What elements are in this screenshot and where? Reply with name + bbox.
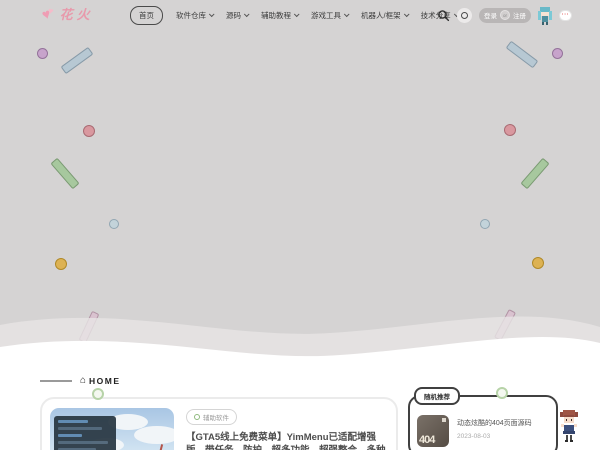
category-badge[interactable]: 辅助软件 bbox=[186, 409, 237, 425]
article-thumbnail[interactable] bbox=[50, 408, 174, 450]
hero-banner bbox=[0, 0, 600, 385]
nav-item-robot[interactable]: 机器人/框架 bbox=[361, 10, 410, 21]
wave-divider bbox=[0, 316, 600, 385]
chevron-down-icon bbox=[208, 11, 215, 18]
chevron-down-icon bbox=[243, 11, 250, 18]
nav-item-label: 机器人/框架 bbox=[361, 10, 401, 20]
site-logo[interactable]: ♥ ♥ 花火 bbox=[40, 4, 94, 23]
crane-shape bbox=[154, 444, 164, 450]
header-actions: 登录 or 注册 ··· bbox=[437, 0, 572, 30]
login-label: 登录 bbox=[484, 13, 497, 20]
speech-bubble: ··· bbox=[559, 9, 572, 21]
login-register-button[interactable]: 登录 or 注册 bbox=[479, 7, 531, 23]
or-divider: or bbox=[500, 10, 510, 20]
chevron-down-icon bbox=[293, 11, 300, 18]
confetti-circle-purple-left bbox=[37, 48, 48, 59]
home-icon: ⌂ bbox=[80, 375, 87, 386]
site-title: 花火 bbox=[59, 7, 94, 22]
confetti-circle-yellow-left bbox=[55, 258, 67, 270]
nav-item-label: 游戏工具 bbox=[311, 10, 341, 20]
thumb-404-text: 404 bbox=[419, 434, 435, 446]
breadcrumb-home-label[interactable]: HOME bbox=[89, 376, 121, 386]
nav-item-home[interactable]: 首页 bbox=[130, 5, 163, 25]
nav-item-label: 首页 bbox=[130, 5, 163, 25]
nav-item-label: 辅助教程 bbox=[261, 10, 291, 20]
confetti-bar-blue-left bbox=[60, 46, 94, 75]
chevron-down-icon bbox=[343, 11, 350, 18]
article-body: 辅助软件 【GTA5线上免费菜单】YimMenu已适配增强版，带任务，防护，超多… bbox=[186, 407, 394, 450]
confetti-bar-blue-right bbox=[505, 40, 539, 69]
nav: 首页 软件仓库 源码 辅助教程 游戏工具 机器人/框架 技术分享 bbox=[130, 0, 460, 30]
sidebar-post-item[interactable]: 404 动态炫酷的404页面源码 2023-08-03 bbox=[417, 415, 557, 447]
theme-toggle-icon[interactable] bbox=[457, 7, 472, 23]
deco-circle-icon bbox=[496, 387, 508, 399]
breadcrumb: ⌂ HOME bbox=[40, 376, 121, 386]
confetti-bar-green-right bbox=[520, 157, 550, 190]
badge-dot-icon bbox=[194, 414, 200, 420]
nav-item-gametool[interactable]: 游戏工具 bbox=[311, 10, 350, 21]
confetti-circle-pink-left bbox=[83, 125, 95, 137]
deco-circle-icon bbox=[92, 388, 104, 400]
theme-ring-icon bbox=[461, 11, 468, 19]
sidebar-post-thumbnail: 404 bbox=[417, 415, 449, 447]
confetti-circle-purple-right bbox=[552, 48, 563, 59]
sidebar-card-label: 随机推荐 bbox=[414, 387, 460, 405]
sidebar-post-title[interactable]: 动态炫酷的404页面源码 bbox=[457, 418, 557, 428]
sidebar-post-meta: 动态炫酷的404页面源码 2023-08-03 bbox=[457, 415, 557, 447]
top-navigation-bar: ♥ ♥ 花火 首页 软件仓库 源码 辅助教程 游戏工具 机器人/框架 技术分享 登录 or … bbox=[0, 0, 600, 30]
confetti-circle-yellow-right bbox=[532, 257, 544, 269]
chevron-down-icon bbox=[403, 11, 410, 18]
article-card[interactable]: 辅助软件 【GTA5线上免费菜单】YimMenu已适配增强版，带任务，防护，超多… bbox=[40, 397, 398, 450]
breadcrumb-line bbox=[40, 380, 72, 382]
confetti-circle-blue-left bbox=[109, 219, 119, 229]
badge-label: 辅助软件 bbox=[203, 415, 229, 422]
nav-item-tutorial[interactable]: 辅助教程 bbox=[261, 10, 300, 21]
confetti-circle-pink-right bbox=[504, 124, 516, 136]
thumb-dot bbox=[442, 418, 446, 422]
confetti-bar-green-left bbox=[50, 157, 80, 190]
nav-item-source[interactable]: 源码 bbox=[226, 10, 250, 21]
register-label: 注册 bbox=[513, 13, 526, 20]
sidebar-post-date: 2023-08-03 bbox=[457, 433, 491, 440]
search-icon[interactable] bbox=[437, 9, 450, 22]
mascot-miku-sprite bbox=[538, 6, 552, 25]
heart-small-icon: ♥ bbox=[47, 5, 55, 16]
game-menu-panel bbox=[54, 416, 116, 450]
confetti-circle-blue-right bbox=[480, 219, 490, 229]
nav-item-label: 源码 bbox=[226, 10, 241, 20]
nav-item-label: 软件仓库 bbox=[176, 10, 206, 20]
nav-item-software[interactable]: 软件仓库 bbox=[176, 10, 215, 21]
mascot-pixel-girl-sprite bbox=[560, 410, 578, 442]
article-title[interactable]: 【GTA5线上免费菜单】YimMenu已适配增强版，带任务，防护，超多功能，超强… bbox=[186, 431, 394, 450]
cloud-shape bbox=[134, 426, 174, 444]
